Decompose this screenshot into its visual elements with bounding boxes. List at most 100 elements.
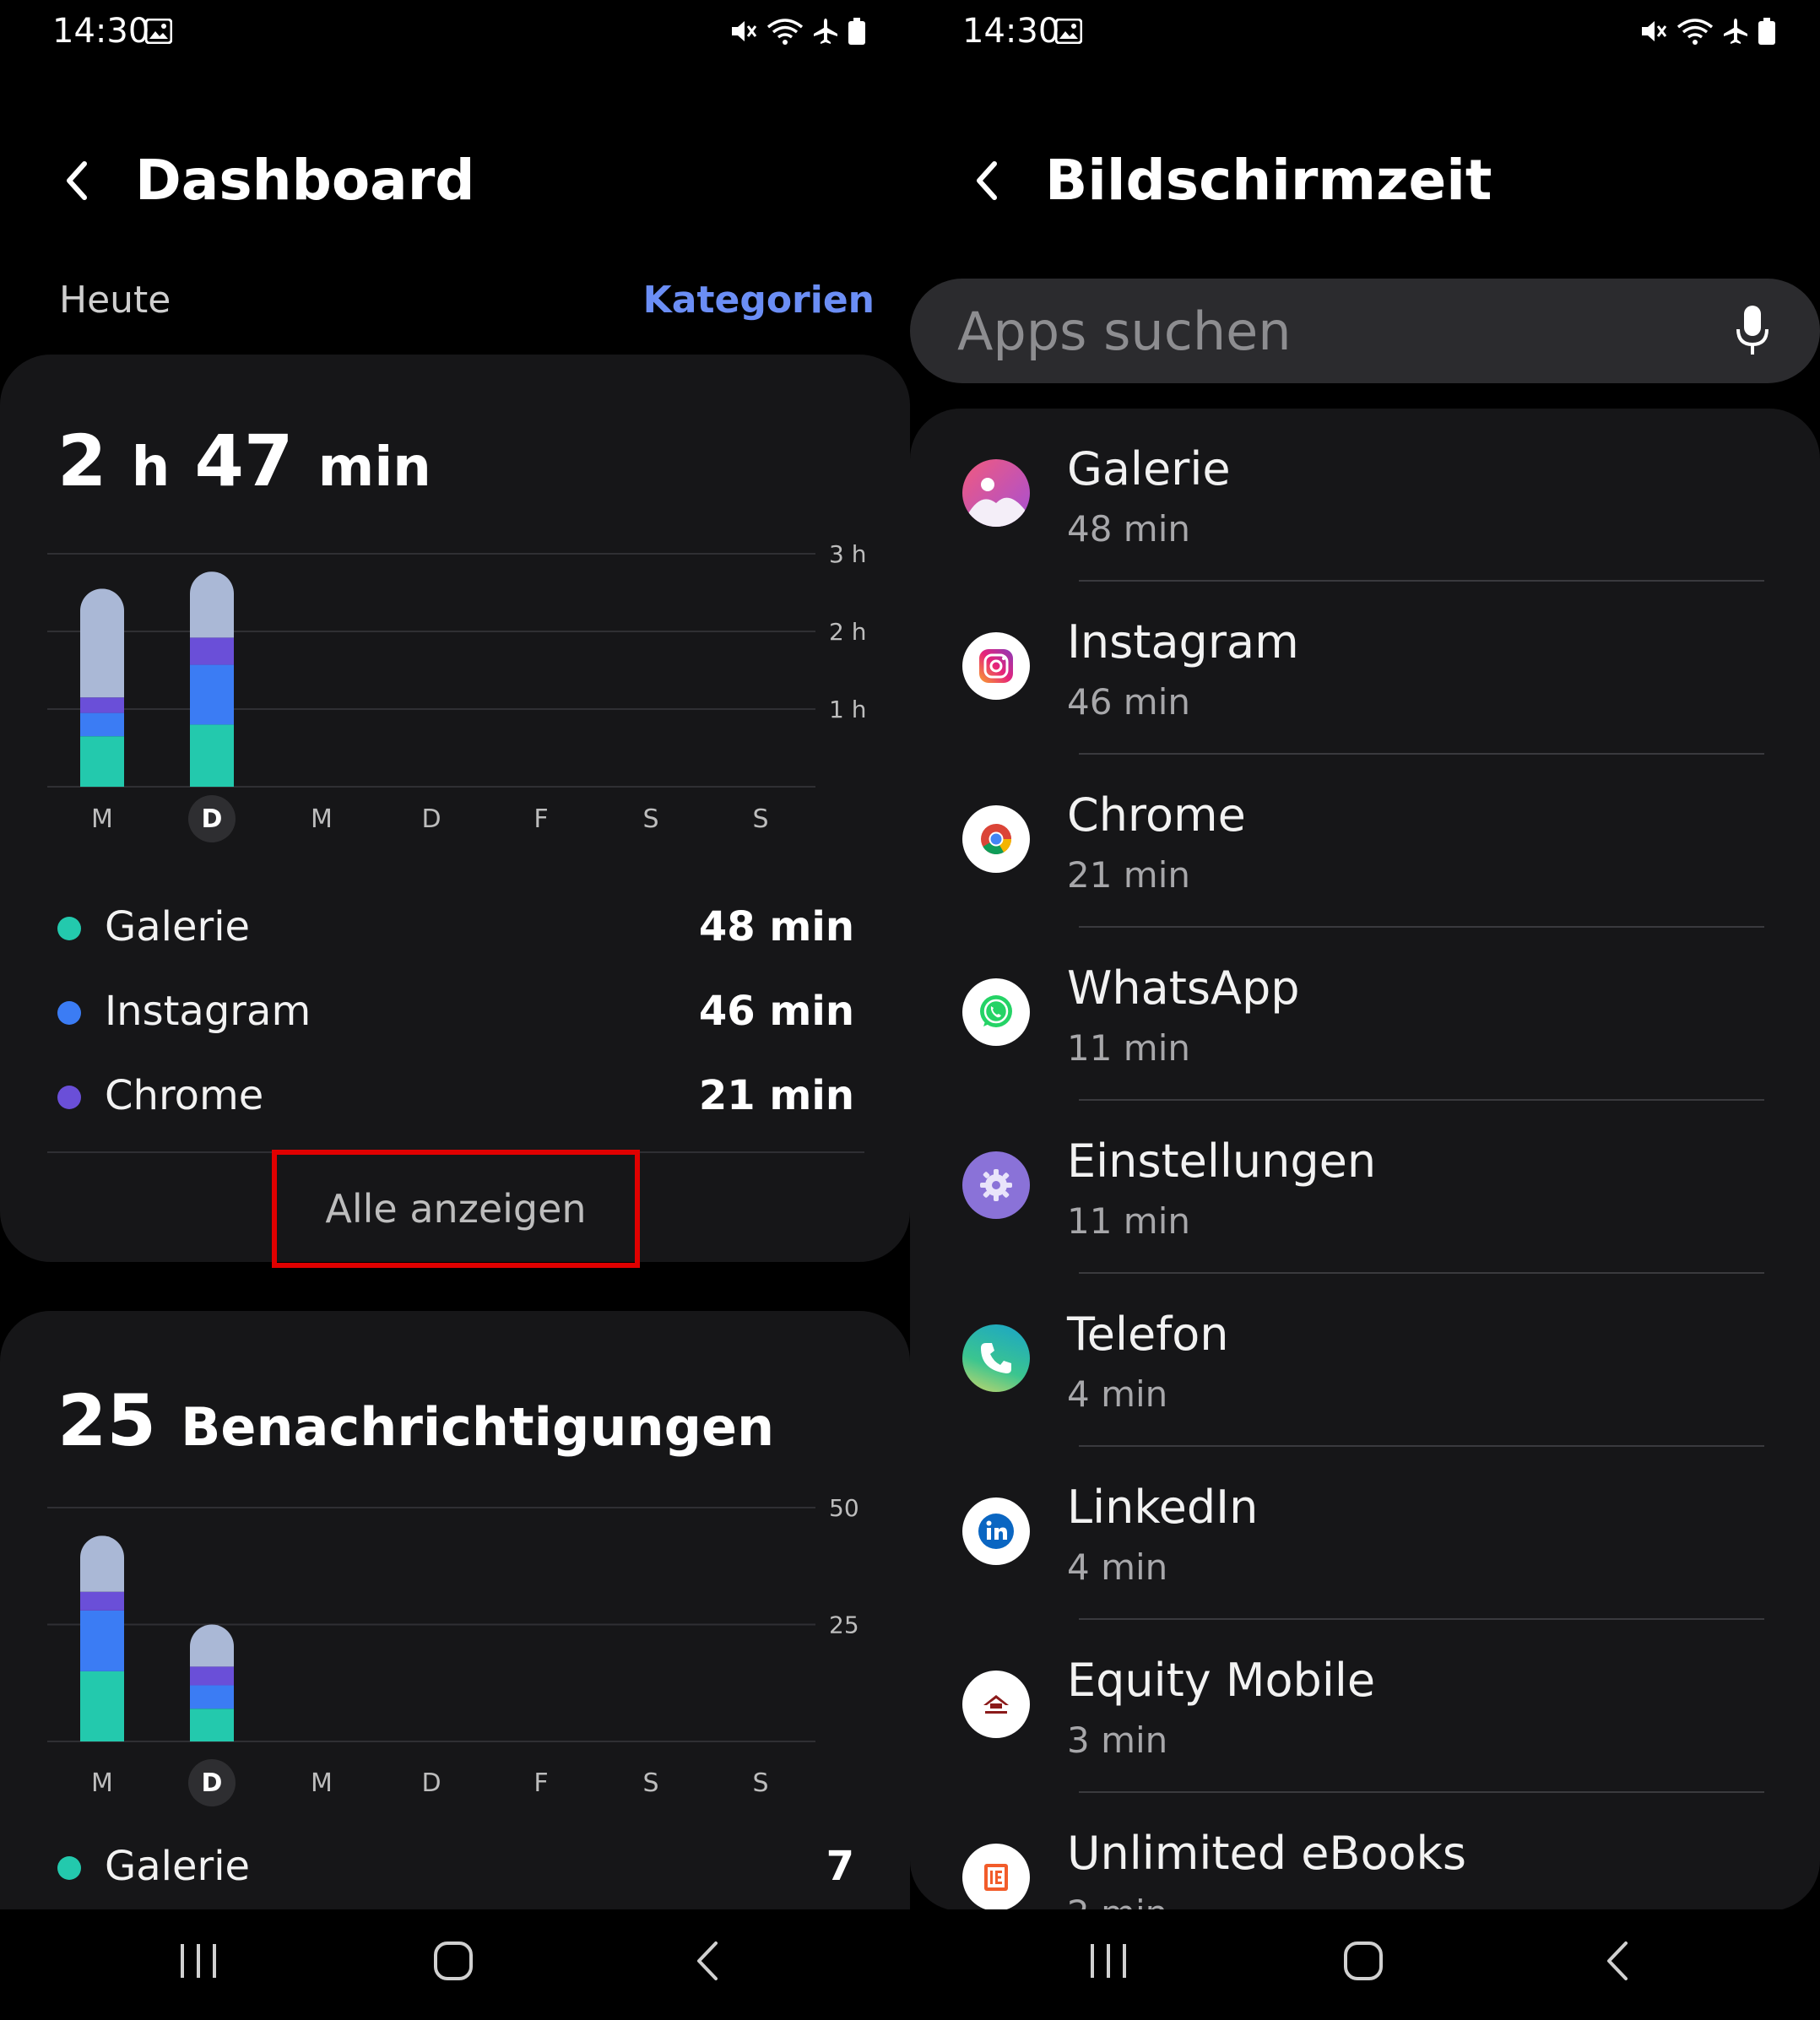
bar-0[interactable] xyxy=(80,1535,124,1741)
app-time: 4 min xyxy=(1067,1546,1168,1588)
app-name: Telefon xyxy=(1067,1308,1229,1361)
mute-icon xyxy=(732,21,757,41)
bar-1[interactable] xyxy=(190,1624,234,1742)
system-back-button[interactable] xyxy=(1601,1940,1634,1982)
bar-segment xyxy=(190,1709,234,1741)
status-bar: 14:30 xyxy=(910,12,1820,59)
y-tick-label: 3 h xyxy=(829,540,866,568)
app-row-chrome[interactable]: Chrome 21 min xyxy=(910,755,1820,928)
notifications-chart: 25 50 M D M D F S S xyxy=(47,1494,859,1806)
x-tick-label[interactable]: M xyxy=(91,804,113,834)
bar-segment xyxy=(190,1685,234,1709)
app-name: Einstellungen xyxy=(1067,1135,1377,1188)
system-back-button[interactable] xyxy=(691,1940,724,1982)
legend-value: 21 min xyxy=(698,1072,854,1119)
microphone-icon[interactable] xyxy=(1736,304,1769,358)
app-time: 4 min xyxy=(1067,1373,1168,1415)
app-row-telefon[interactable]: Telefon 4 min xyxy=(910,1274,1820,1447)
back-button[interactable] xyxy=(52,155,103,206)
linkedin-icon xyxy=(962,1497,1030,1565)
mute-icon xyxy=(1642,21,1667,41)
bar-segment xyxy=(190,1666,234,1686)
app-usage-list: Galerie 48 min Instagram 46 min Chrome 2… xyxy=(910,409,1820,1911)
equity-icon xyxy=(962,1671,1030,1738)
legend-name: Chrome xyxy=(105,1072,264,1119)
app-row-linkedin[interactable]: LinkedIn 4 min xyxy=(910,1447,1820,1620)
x-tick-label[interactable]: M xyxy=(311,1768,333,1798)
x-tick-label[interactable]: D xyxy=(202,1768,223,1798)
wifi-icon xyxy=(766,19,804,45)
bar-segment xyxy=(190,571,234,638)
legend-name: Instagram xyxy=(105,988,311,1035)
app-row-einstellungen[interactable]: Einstellungen 11 min xyxy=(910,1101,1820,1274)
system-nav-bar xyxy=(0,1909,910,2020)
legend-dot xyxy=(57,1856,81,1880)
screen-time-chart: 1 h 2 h 3 h M D M D F S S xyxy=(47,540,866,842)
bar-0[interactable] xyxy=(80,588,124,787)
x-tick-label[interactable]: S xyxy=(752,1768,768,1798)
wifi-icon xyxy=(1676,19,1714,45)
x-tick-label[interactable]: D xyxy=(421,804,441,834)
image-notification-icon xyxy=(1055,19,1082,44)
x-tick-label[interactable]: D xyxy=(202,804,223,834)
period-label: Heute xyxy=(59,279,171,322)
status-bar: 14:30 xyxy=(0,12,910,59)
app-row-instagram[interactable]: Instagram 46 min xyxy=(910,582,1820,755)
bar-1[interactable] xyxy=(190,571,234,787)
screen-time-legend: Galerie 48 min Instagram 46 min Chrome 2… xyxy=(57,886,854,1140)
app-row-unlimited-ebooks[interactable]: Unlimited eBooks 2 min xyxy=(910,1793,1820,1911)
home-button[interactable] xyxy=(1342,1940,1384,1982)
bar-segment xyxy=(80,1535,124,1592)
x-tick-label[interactable]: S xyxy=(642,1768,658,1798)
dashboard-screen: 14:30 Dashboard Heute Kategorien 2 h 47 … xyxy=(0,0,910,2020)
back-button[interactable] xyxy=(962,155,1013,206)
screen-time-screen: 14:30 Bildschirmzeit Galerie 48 min xyxy=(910,0,1820,2020)
app-row-whatsapp[interactable]: WhatsApp 11 min xyxy=(910,928,1820,1101)
x-tick-label[interactable]: F xyxy=(534,1768,548,1798)
x-tick-label[interactable]: S xyxy=(642,804,658,834)
screen-time-card[interactable]: 2 h 47 min 1 h2 h3 hMDMDFSS Galerie 48 m… xyxy=(0,355,910,1268)
app-row-galerie[interactable]: Galerie 48 min xyxy=(910,409,1820,582)
bar-segment xyxy=(190,1624,234,1667)
home-button[interactable] xyxy=(432,1940,474,1982)
legend-value: 7 xyxy=(826,1843,854,1890)
ebooks-icon xyxy=(962,1844,1030,1911)
app-row-equity-mobile[interactable]: Equity Mobile 3 min xyxy=(910,1620,1820,1793)
show-all-button[interactable]: Alle anzeigen xyxy=(272,1150,640,1268)
legend-row-galerie: Galerie 48 min xyxy=(57,886,854,971)
gallery-icon xyxy=(962,459,1030,527)
phone-icon xyxy=(962,1324,1030,1392)
x-tick-label[interactable]: D xyxy=(421,1768,441,1798)
notifications-card[interactable]: 25 Benachrichtigungen 25 50 M D M D F S S Galeri… xyxy=(0,1311,910,1919)
app-search-bar[interactable] xyxy=(910,279,1820,383)
legend-value: 48 min xyxy=(698,903,854,950)
bar-segment xyxy=(190,637,234,665)
x-tick-label[interactable]: F xyxy=(534,804,548,834)
bar-segment xyxy=(80,1610,124,1671)
settings-icon xyxy=(962,1151,1030,1219)
battery-icon xyxy=(1758,18,1775,45)
recent-apps-button[interactable] xyxy=(1089,1940,1128,1982)
legend-dot xyxy=(57,1086,81,1109)
instagram-icon xyxy=(962,632,1030,700)
app-time: 21 min xyxy=(1067,854,1190,896)
y-tick-label: 25 xyxy=(829,1611,859,1639)
period-row: Heute Kategorien xyxy=(0,279,910,329)
search-input[interactable] xyxy=(957,279,1683,383)
bar-segment xyxy=(80,736,124,787)
x-tick-label[interactable]: M xyxy=(91,1768,113,1798)
bar-segment xyxy=(80,588,124,698)
y-tick-label: 2 h xyxy=(829,618,866,646)
x-tick-label[interactable]: S xyxy=(752,804,768,834)
airplane-icon xyxy=(814,19,837,44)
system-nav-bar xyxy=(910,1909,1820,2020)
app-name: Galerie xyxy=(1067,442,1231,496)
airplane-icon xyxy=(1724,19,1747,44)
page-title: Dashboard xyxy=(135,148,475,213)
legend-row-instagram: Instagram 46 min xyxy=(57,971,854,1055)
recent-apps-button[interactable] xyxy=(179,1940,218,1982)
categories-link[interactable]: Kategorien xyxy=(643,279,875,322)
app-time: 11 min xyxy=(1067,1200,1190,1242)
app-name: Equity Mobile xyxy=(1067,1654,1376,1707)
x-tick-label[interactable]: M xyxy=(311,804,333,834)
